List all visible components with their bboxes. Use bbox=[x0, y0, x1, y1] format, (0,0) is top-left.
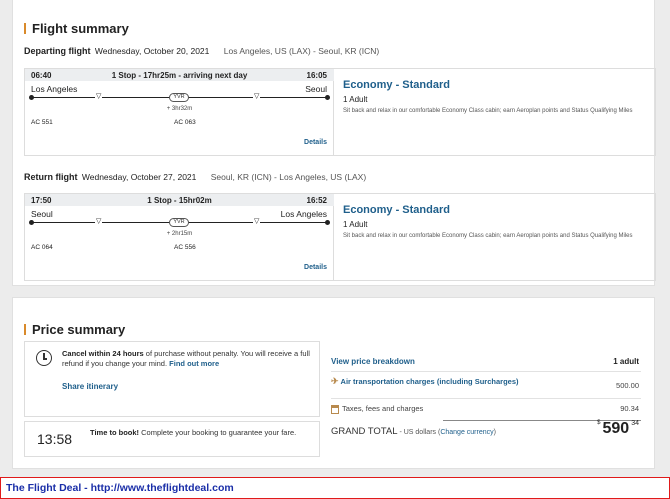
taxes-label: Taxes, fees and charges bbox=[342, 404, 424, 413]
divider bbox=[331, 398, 641, 399]
wifi-icon: ▽ bbox=[253, 93, 261, 101]
currency-symbol: $ bbox=[597, 420, 601, 426]
flight-timeline: 06:40 1 Stop - 17hr25m - arriving next d… bbox=[25, 69, 334, 155]
destination-dot bbox=[325, 220, 330, 225]
layover-duration: + 2hr15m bbox=[166, 231, 193, 237]
leg-heading: Return flight bbox=[24, 172, 78, 182]
connection-airport-badge: YVR bbox=[169, 93, 189, 102]
countdown-timer: 13:58 bbox=[37, 431, 73, 447]
change-currency-link[interactable]: Change currency bbox=[440, 429, 493, 436]
cancellation-text: Cancel within 24 hours of purchase witho… bbox=[62, 349, 317, 369]
flight-number: AC 064 bbox=[31, 244, 53, 251]
wifi-icon: ▽ bbox=[95, 93, 103, 101]
total-dollars: 590 bbox=[602, 420, 630, 437]
grand-total-amount: $590 34 bbox=[597, 420, 639, 438]
flight-number: AC 556 bbox=[174, 244, 196, 251]
taxes-value: 90.34 bbox=[620, 404, 639, 413]
cabin-name: Economy - Standard bbox=[343, 204, 450, 216]
price-summary-title: Price summary bbox=[24, 322, 125, 337]
destination-city: Seoul bbox=[305, 84, 327, 94]
find-out-more-link[interactable]: Find out more bbox=[169, 359, 219, 368]
air-transportation-charges-toggle[interactable]: ✈ Air transportation charges (including S… bbox=[331, 376, 531, 387]
booking-reminder-body: Complete your booking to guarantee your … bbox=[139, 428, 297, 437]
air-charges-value: 500.00 bbox=[616, 381, 639, 390]
origin-dot bbox=[29, 95, 34, 100]
cancellation-headline: Cancel within 24 hours bbox=[62, 349, 144, 358]
origin-city: Seoul bbox=[31, 209, 53, 219]
plane-icon: ✈ bbox=[331, 376, 339, 386]
booking-reminder: Time to book! Complete your booking to g… bbox=[90, 428, 310, 437]
leg-date: Wednesday, October 20, 2021 bbox=[94, 46, 210, 56]
watermark-text: The Flight Deal - http://www.theflightde… bbox=[6, 482, 234, 494]
grand-total-label: GRAND TOTAL - US dollars (Change currenc… bbox=[331, 426, 496, 437]
view-price-breakdown-link[interactable]: View price breakdown bbox=[331, 357, 415, 366]
departing-flight-header: Departing flight Wednesday, October 20, … bbox=[24, 46, 379, 56]
passenger-count: 1 Adult bbox=[343, 220, 368, 229]
booking-timer-box: 13:58 Time to book! Complete your bookin… bbox=[24, 421, 320, 457]
flight-number: AC 063 bbox=[174, 119, 196, 126]
currency-text: - US dollars ( bbox=[397, 429, 441, 436]
return-flight-header: Return flight Wednesday, October 27, 202… bbox=[24, 172, 366, 182]
leg-route: Los Angeles, US (LAX) - Seoul, KR (ICN) bbox=[223, 46, 380, 56]
connection-airport-badge: YVR bbox=[169, 218, 189, 227]
destination-dot bbox=[325, 95, 330, 100]
air-charges-label: Air transportation charges (including Su… bbox=[340, 377, 519, 386]
flight-summary-card: Flight summary Departing flight Wednesda… bbox=[12, 0, 656, 286]
passenger-count: 1 Adult bbox=[343, 95, 368, 104]
cabin-description: Sit back and relax in our comfortable Ec… bbox=[343, 108, 633, 114]
grand-total-heading: GRAND TOTAL bbox=[331, 426, 398, 437]
details-link[interactable]: Details bbox=[304, 264, 327, 271]
calculator-icon bbox=[331, 404, 339, 414]
taxes-row[interactable]: Taxes, fees and charges bbox=[331, 404, 423, 414]
cancellation-policy-box: Cancel within 24 hours of purchase witho… bbox=[24, 341, 320, 417]
booking-reminder-headline: Time to book! bbox=[90, 428, 140, 437]
share-itinerary-link[interactable]: Share itinerary bbox=[62, 382, 118, 391]
price-summary-card: Price summary Cancel within 24 hours of … bbox=[12, 297, 655, 469]
leg-date: Wednesday, October 27, 2021 bbox=[81, 172, 197, 182]
flight-number: AC 551 bbox=[31, 119, 53, 126]
cabin-description: Sit back and relax in our comfortable Ec… bbox=[343, 233, 633, 239]
cabin-name: Economy - Standard bbox=[343, 79, 450, 91]
stop-info: 1 Stop - 15hr02m bbox=[147, 196, 212, 205]
departing-flight-box: 06:40 1 Stop - 17hr25m - arriving next d… bbox=[24, 68, 656, 156]
return-flight-box: 17:50 1 Stop - 15hr02m 16:52 Seoul Los A… bbox=[24, 193, 656, 281]
origin-city: Los Angeles bbox=[31, 84, 78, 94]
clock-icon bbox=[36, 350, 52, 366]
wifi-icon: ▽ bbox=[253, 218, 261, 226]
leg-heading: Departing flight bbox=[24, 46, 91, 56]
origin-dot bbox=[29, 220, 34, 225]
total-cents: 34 bbox=[631, 420, 639, 427]
passenger-column-header: 1 adult bbox=[613, 357, 639, 366]
flight-summary-title: Flight summary bbox=[24, 21, 129, 36]
currency-close: ) bbox=[493, 429, 496, 436]
destination-city: Los Angeles bbox=[280, 209, 327, 219]
divider bbox=[331, 371, 641, 372]
layover-duration: + 3hr32m bbox=[166, 106, 193, 112]
stop-info: 1 Stop - 17hr25m - arriving next day bbox=[111, 71, 248, 80]
currency-info: - US dollars (Change currency) bbox=[398, 429, 496, 436]
flight-timeline: 17:50 1 Stop - 15hr02m 16:52 Seoul Los A… bbox=[25, 194, 334, 280]
watermark-banner: The Flight Deal - http://www.theflightde… bbox=[0, 477, 670, 499]
details-link[interactable]: Details bbox=[304, 139, 327, 146]
arrival-time: 16:05 bbox=[306, 71, 327, 80]
wifi-icon: ▽ bbox=[95, 218, 103, 226]
leg-route: Seoul, KR (ICN) - Los Angeles, US (LAX) bbox=[210, 172, 367, 182]
arrival-time: 16:52 bbox=[306, 196, 327, 205]
